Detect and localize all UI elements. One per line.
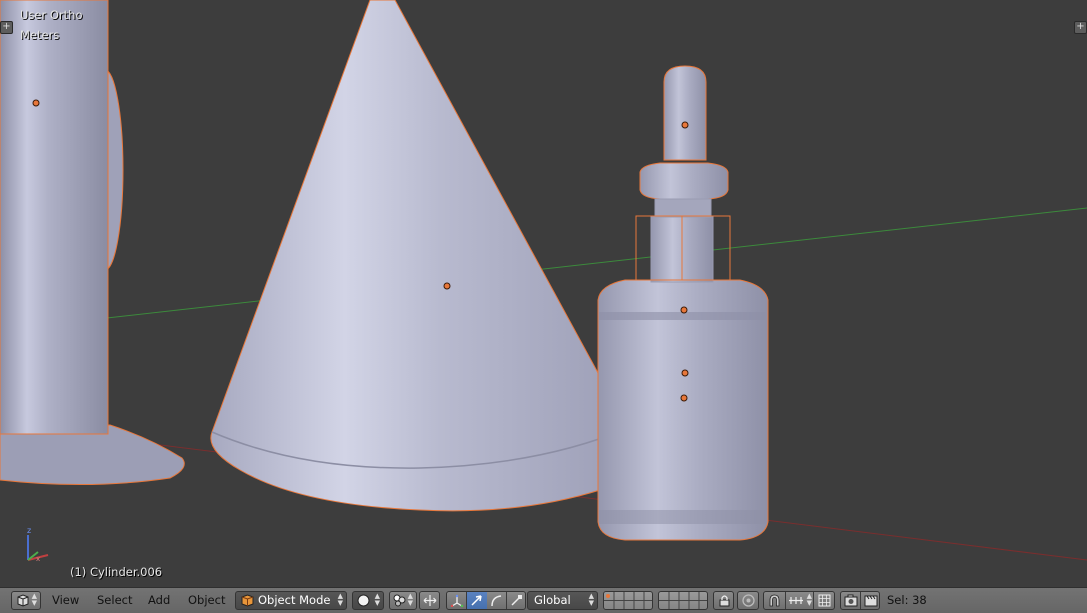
manipulator-axes-icon [450, 594, 464, 609]
layer-grid-icon [659, 592, 707, 609]
left-region-toggle-icon[interactable]: + [0, 21, 13, 34]
object-mode-cube-icon [241, 594, 254, 609]
translate-arrow-icon [470, 594, 483, 609]
menu-select[interactable]: Select [93, 591, 136, 610]
translate-manipulator-button[interactable] [467, 592, 487, 609]
opengl-render-button[interactable] [841, 592, 861, 609]
origin-only-toggle[interactable] [419, 591, 440, 610]
lock-camera-layers-button[interactable] [713, 591, 734, 610]
mode-label: Object Mode [258, 593, 331, 607]
transform-origin-icon [423, 594, 437, 609]
rotate-manipulator-button[interactable] [487, 592, 507, 609]
view-name-label: User Ortho [20, 8, 83, 22]
manipulator-toggle[interactable] [447, 592, 467, 609]
rotate-arc-icon [490, 594, 503, 609]
grid-snap-icon [818, 594, 831, 609]
lock-icon [718, 594, 731, 609]
render-camera-icon [844, 594, 858, 609]
editor-type-button[interactable]: ▲ ▼ [11, 591, 41, 610]
3d-view-icon [16, 594, 30, 609]
viewport-shading-dropdown[interactable]: ▲ ▼ [352, 591, 384, 610]
units-label: Meters [20, 28, 60, 42]
menu-add[interactable]: Add [144, 591, 174, 610]
chevron-updown-icon: ▲ ▼ [588, 592, 594, 607]
snap-grid-button[interactable] [814, 592, 834, 609]
right-region-toggle-icon[interactable]: + [1074, 21, 1087, 34]
viewport-scene: z x [0, 0, 1087, 563]
chevron-updown-icon: ▲ ▼ [407, 592, 413, 607]
cone-object[interactable] [210, 0, 629, 512]
snap-group: ▲ ▼ [763, 591, 835, 610]
menu-view[interactable]: View [48, 591, 83, 610]
proportional-edit-icon [742, 594, 755, 609]
opengl-render-animation-button[interactable] [861, 592, 879, 609]
scale-icon [510, 594, 523, 609]
3d-viewport[interactable]: z x User Ortho Meters (1) Cylinder.006 +… [0, 0, 1087, 587]
3d-view-header: ▲ ▼ View Select Add Object Object Mode ▲ ▼… [0, 587, 1087, 613]
render-animation-icon [864, 594, 878, 609]
mode-dropdown[interactable]: Object Mode ▲ ▼ [235, 591, 347, 610]
selection-count: Sel: 38 [887, 593, 927, 607]
manipulator-group [446, 591, 526, 610]
pivot-icon [393, 594, 406, 609]
transform-orientation-dropdown[interactable]: Global ▲ ▼ [527, 591, 598, 610]
layer-grid-icon [604, 592, 652, 609]
pivot-point-dropdown[interactable]: ▲ ▼ [389, 591, 417, 610]
svg-text:x: x [36, 555, 40, 563]
chevron-updown-icon: ▲ ▼ [31, 592, 37, 607]
scene-layers-block-1[interactable] [603, 591, 653, 610]
snap-toggle[interactable] [764, 592, 786, 609]
proportional-editing-button[interactable] [737, 591, 759, 610]
chevron-updown-icon: ▲ ▼ [374, 592, 380, 607]
scene-layers-block-2[interactable] [658, 591, 708, 610]
chevron-updown-icon: ▲ ▼ [337, 592, 343, 607]
left-column-object[interactable] [0, 0, 185, 486]
orientation-label: Global [534, 593, 571, 607]
menu-object[interactable]: Object [184, 591, 229, 610]
render-group [840, 591, 880, 610]
snap-magnet-icon [768, 594, 781, 609]
solid-sphere-icon [357, 594, 370, 609]
dropper-bottle-object[interactable] [597, 65, 769, 541]
snap-increment-icon [788, 594, 804, 609]
axis-gizmo: z x [27, 526, 49, 563]
active-object-label: (1) Cylinder.006 [70, 565, 163, 579]
chevron-updown-icon: ▲ ▼ [806, 592, 812, 607]
snap-element-dropdown[interactable]: ▲ ▼ [786, 592, 814, 609]
svg-text:z: z [27, 526, 31, 535]
scale-manipulator-button[interactable] [507, 592, 525, 609]
